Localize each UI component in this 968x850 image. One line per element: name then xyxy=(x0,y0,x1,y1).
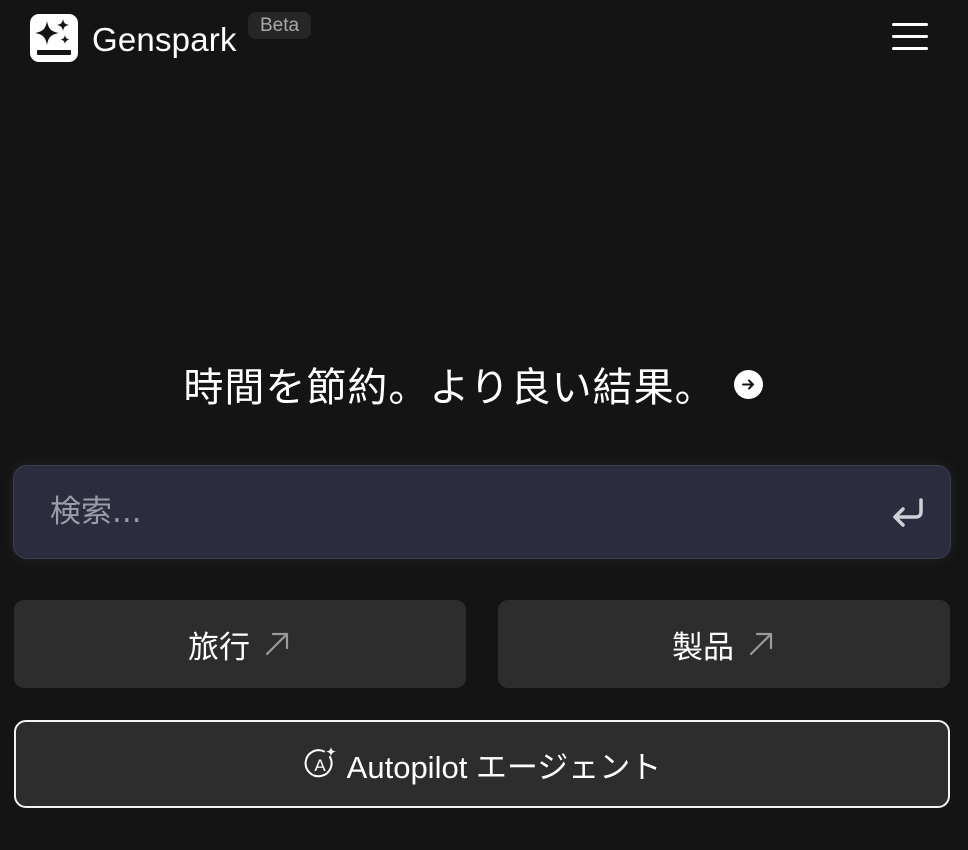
suggestion-products-button[interactable]: 製品 xyxy=(498,600,950,688)
autopilot-sparkle-icon: A xyxy=(304,747,336,778)
beta-badge: Beta xyxy=(248,12,312,39)
logo[interactable]: Genspark xyxy=(30,14,237,62)
enter-return-icon[interactable] xyxy=(888,492,928,532)
arrow-right-circle-icon[interactable] xyxy=(733,369,763,399)
search-input[interactable] xyxy=(50,490,870,534)
suggestion-label: 製品 xyxy=(672,629,734,666)
search-box xyxy=(13,465,951,559)
brand-name: Genspark xyxy=(92,21,237,58)
hamburger-menu-icon[interactable] xyxy=(888,18,932,54)
suggestion-label: 旅行 xyxy=(188,629,250,666)
arrow-up-right-icon xyxy=(749,632,773,656)
page-title: 時間を節約。より良い結果。 xyxy=(183,365,716,411)
autopilot-label: Autopilot エージェント xyxy=(346,749,662,785)
sparkle-logo-icon xyxy=(30,14,78,62)
header: Genspark Beta xyxy=(0,0,968,80)
autopilot-agent-button[interactable]: A Autopilot エージェント xyxy=(14,720,950,808)
svg-text:A: A xyxy=(314,756,326,775)
arrow-up-right-icon xyxy=(265,632,289,656)
hero-headline: 時間を節約。より良い結果。 xyxy=(0,354,968,414)
suggestion-travel-button[interactable]: 旅行 xyxy=(14,600,466,688)
